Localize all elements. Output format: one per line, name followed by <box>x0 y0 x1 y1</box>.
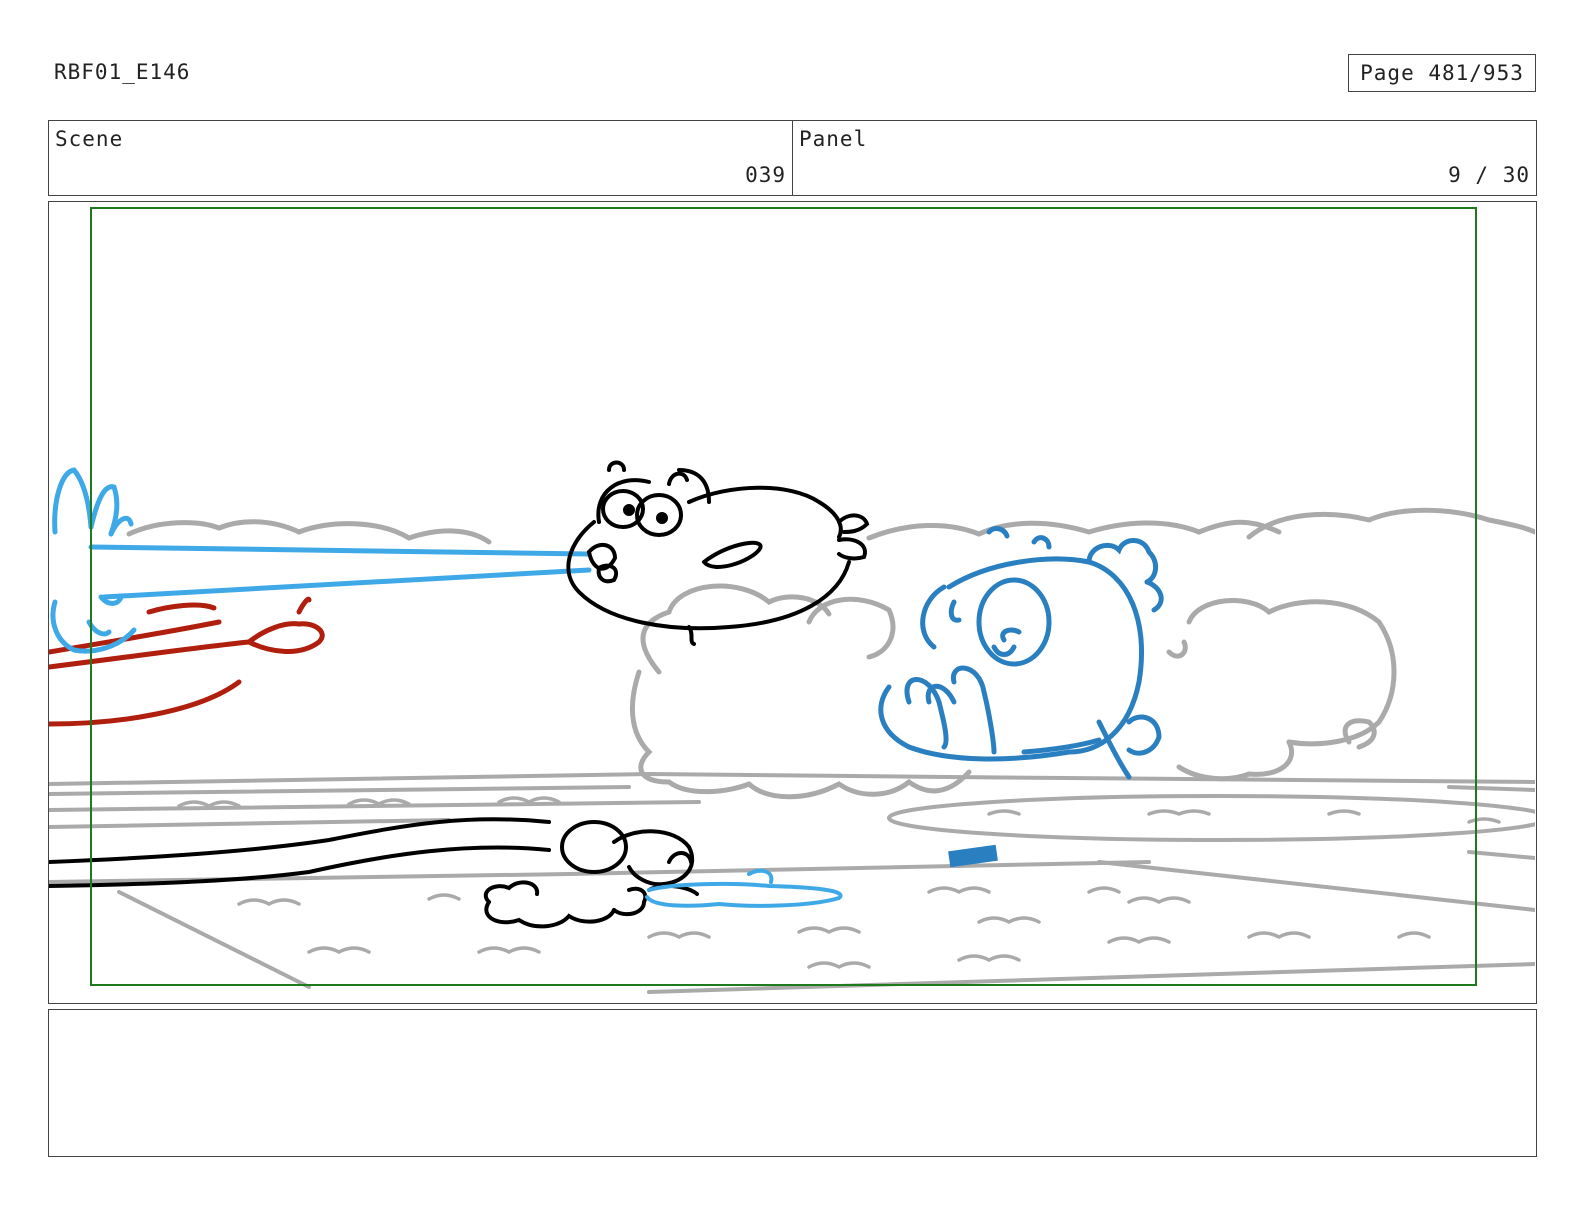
storyboard-drawing <box>49 207 1535 994</box>
black-character-body <box>49 817 699 929</box>
panel-cell: Panel 9 / 30 <box>792 121 1536 195</box>
blue-beams <box>88 544 592 600</box>
ground-lines <box>49 771 1535 994</box>
panel-number: 9 / 30 <box>1448 163 1530 187</box>
black-character <box>566 460 870 646</box>
document-id: RBF01_E146 <box>54 60 191 84</box>
scene-panel-info: Scene 039 Panel 9 / 30 <box>48 120 1537 196</box>
blue-hand <box>50 467 137 654</box>
panel-label: Panel <box>799 127 868 151</box>
blue-character <box>878 526 1164 780</box>
storyboard-panel <box>48 201 1537 1004</box>
red-character-arm <box>49 596 325 727</box>
notes-area <box>48 1009 1537 1157</box>
scene-number: 039 <box>745 163 786 187</box>
page-counter: Page 481/953 <box>1348 54 1536 92</box>
scene-label: Scene <box>55 127 124 151</box>
background-clouds <box>126 507 1535 800</box>
scene-cell: Scene 039 <box>49 121 792 195</box>
